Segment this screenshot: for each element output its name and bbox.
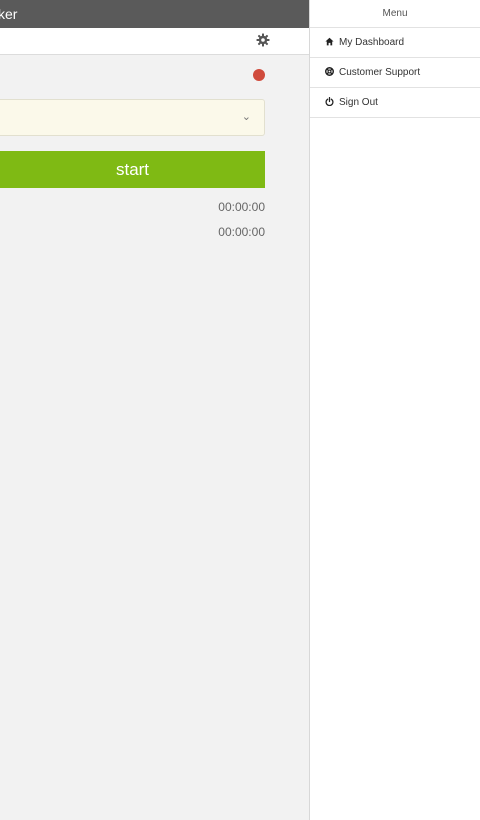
gear-icon[interactable]: [256, 33, 270, 47]
total-time: 00:00:00: [218, 225, 265, 239]
menu-item-label: Sign Out: [339, 97, 378, 108]
app-title: ker: [0, 6, 18, 22]
toolbar: [0, 28, 309, 55]
main-panel: ker ⌄ start 00:00:00 00:00:00: [0, 0, 309, 820]
menu-item-sign-out[interactable]: Sign Out: [310, 88, 480, 118]
status-indicator: [253, 69, 265, 81]
power-icon: [325, 97, 334, 106]
menu-item-dashboard[interactable]: My Dashboard: [310, 28, 480, 58]
menu-item-label: My Dashboard: [339, 37, 405, 48]
side-menu: Menu My Dashboard Customer Support Sign …: [309, 0, 480, 820]
project-select[interactable]: ⌄: [0, 99, 265, 136]
app-header: ker: [0, 0, 309, 28]
menu-title: Menu: [310, 0, 480, 28]
elapsed-time: 00:00:00: [218, 200, 265, 214]
menu-item-support[interactable]: Customer Support: [310, 58, 480, 88]
chevron-down-icon: ⌄: [241, 111, 251, 123]
app-screen: ker ⌄ start 00:00:00 00:00:00 Menu My Da…: [0, 0, 480, 820]
life-ring-icon: [325, 67, 334, 76]
home-icon: [325, 37, 334, 46]
start-button[interactable]: start: [0, 151, 265, 188]
menu-item-label: Customer Support: [339, 67, 421, 78]
